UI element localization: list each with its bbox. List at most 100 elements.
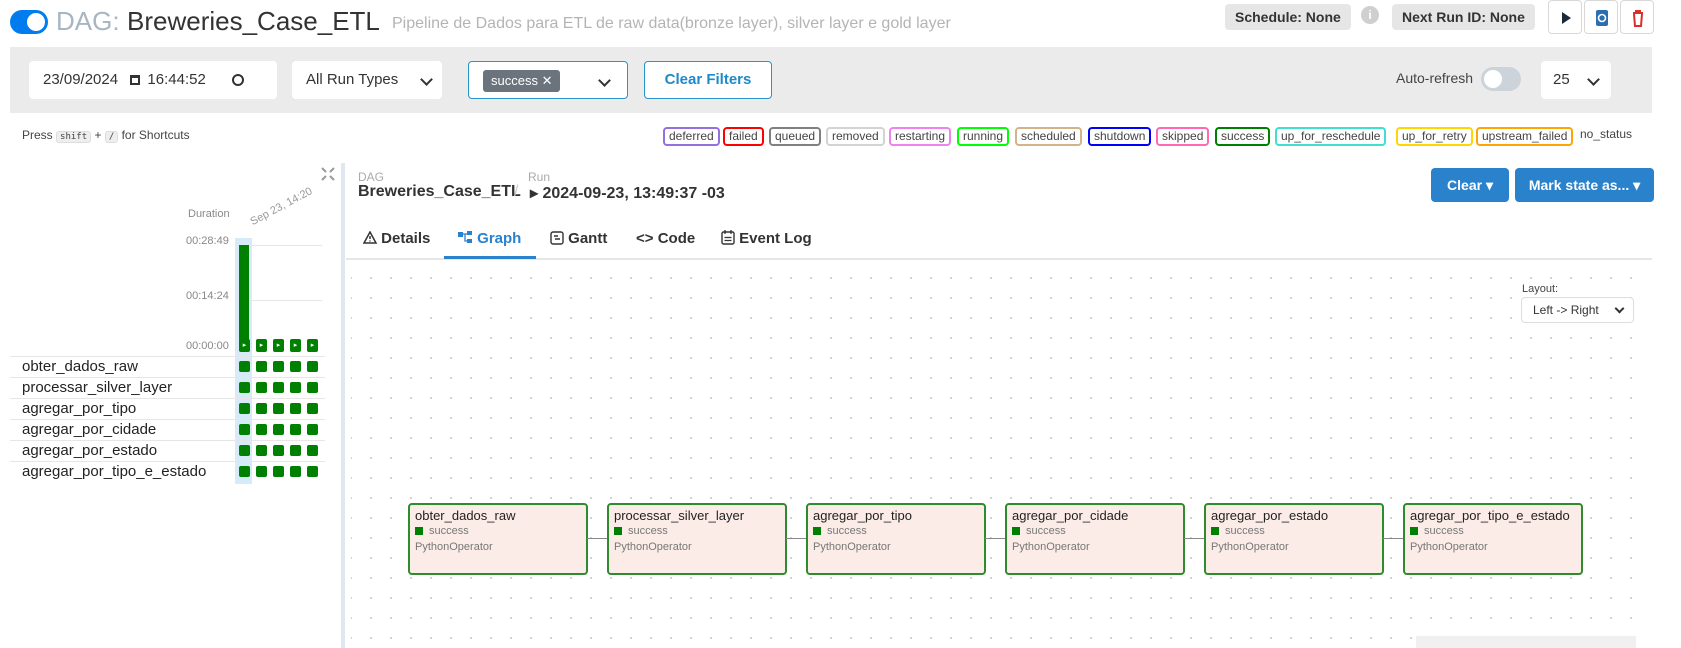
horizontal-scrollbar[interactable] (1416, 636, 1636, 648)
legend-running[interactable]: running (957, 127, 1010, 146)
tab-graph[interactable]: Graph (458, 230, 521, 247)
task-instance-square[interactable] (273, 424, 284, 435)
task-row-cells (235, 377, 325, 398)
tab-details[interactable]: Details (362, 230, 430, 247)
tab-gantt-label: Gantt (568, 230, 608, 247)
run-state-select[interactable]: success ✕ (468, 61, 628, 99)
panel-divider[interactable] (341, 163, 345, 648)
task-row-cells (235, 356, 325, 377)
task-node[interactable]: obter_dados_raw success PythonOperator (408, 503, 588, 575)
dag-pause-toggle[interactable] (10, 10, 48, 34)
mark-state-button[interactable]: Mark state as... ▾ (1515, 168, 1654, 202)
task-node[interactable]: agregar_por_estado success PythonOperator (1204, 503, 1384, 575)
legend-shutdown[interactable]: shutdown (1088, 127, 1152, 146)
task-node[interactable]: agregar_por_tipo_e_estado success PythonOp… (1403, 503, 1583, 575)
task-row-label[interactable]: agregar_por_estado (10, 440, 235, 461)
legend-scheduled[interactable]: scheduled (1015, 127, 1082, 146)
task-instance-square[interactable] (307, 403, 318, 414)
clear-filters-button[interactable]: Clear Filters (644, 61, 772, 99)
task-instance-square[interactable] (290, 361, 301, 372)
layout-select[interactable]: Left -> Right (1521, 297, 1634, 323)
task-instance-square[interactable] (273, 445, 284, 456)
legend-up-for-reschedule[interactable]: up_for_reschedule (1275, 127, 1387, 146)
task-instance-square[interactable] (307, 361, 318, 372)
task-instance-square[interactable] (307, 445, 318, 456)
task-instance-square[interactable] (290, 466, 301, 477)
run-status-square[interactable]: ▸ (290, 339, 301, 352)
task-instance-square[interactable] (239, 361, 250, 372)
task-instance-square[interactable] (256, 403, 267, 414)
legend-restarting[interactable]: restarting (889, 127, 952, 146)
task-node[interactable]: processar_silver_layer success PythonOpera… (607, 503, 787, 575)
task-row-label[interactable]: processar_silver_layer (10, 377, 235, 398)
task-instance-square[interactable] (290, 424, 301, 435)
legend-failed[interactable]: failed (723, 127, 764, 146)
task-instance-square[interactable] (256, 361, 267, 372)
legend-up-for-retry[interactable]: up_for_retry (1396, 127, 1473, 146)
run-type-select[interactable]: All Run Types (292, 61, 442, 99)
task-instance-square[interactable] (273, 382, 284, 393)
task-instance-square[interactable] (256, 424, 267, 435)
graph-edge (1383, 538, 1403, 539)
task-instance-square[interactable] (256, 466, 267, 477)
run-status-square[interactable]: ▸ (307, 339, 318, 352)
task-node-name: obter_dados_raw (415, 508, 516, 523)
task-instance-square[interactable] (290, 445, 301, 456)
trigger-dag-button[interactable] (1548, 0, 1582, 34)
tab-event-log[interactable]: Event Log (721, 230, 812, 247)
task-instance-square[interactable] (307, 424, 318, 435)
auto-refresh-switch[interactable] (1481, 67, 1521, 91)
run-duration-bar[interactable] (239, 245, 249, 340)
task-instance-square[interactable] (239, 382, 250, 393)
task-instance-square[interactable] (307, 466, 318, 477)
task-row-label[interactable]: obter_dados_raw (10, 356, 235, 377)
run-status-square[interactable]: ▸ (256, 339, 267, 352)
shortcut-suffix: for Shortcuts (121, 128, 190, 142)
tab-gantt[interactable]: Gantt (550, 230, 607, 247)
legend-deferred[interactable]: deferred (663, 127, 720, 146)
parse-dag-button[interactable] (1584, 0, 1618, 34)
legend-upstream-failed[interactable]: upstream_failed (1476, 127, 1574, 146)
task-instance-square[interactable] (290, 382, 301, 393)
task-instance-square[interactable] (273, 466, 284, 477)
task-node-name: agregar_por_estado (1211, 508, 1329, 523)
delete-dag-button[interactable] (1620, 0, 1654, 34)
run-status-square[interactable]: ▸ (273, 339, 284, 352)
legend-success[interactable]: success (1215, 127, 1271, 146)
task-instance-square[interactable] (239, 403, 250, 414)
breadcrumb-dag[interactable]: Breweries_Case_ETL (358, 183, 521, 201)
state-chip[interactable]: success ✕ (483, 70, 561, 92)
task-row-label[interactable]: agregar_por_tipo (10, 398, 235, 419)
task-node[interactable]: agregar_por_cidade success PythonOperator (1005, 503, 1185, 575)
execution-date-input[interactable]: 23/09/2024 16:44:52 (29, 61, 277, 99)
collapse-icon[interactable] (320, 166, 336, 182)
task-instance-square[interactable] (256, 382, 267, 393)
info-icon[interactable]: i (1361, 6, 1379, 24)
tab-code[interactable]: <> Code (636, 230, 695, 247)
task-instance-square[interactable] (239, 424, 250, 435)
task-instance-square[interactable] (273, 361, 284, 372)
task-row-label[interactable]: agregar_por_cidade (10, 419, 235, 440)
task-instance-square[interactable] (239, 445, 250, 456)
task-node[interactable]: agregar_por_tipo success PythonOperator (806, 503, 986, 575)
page-size-select[interactable]: 25 (1541, 61, 1611, 99)
task-node-state: success (1026, 525, 1066, 537)
task-row-label[interactable]: agregar_por_tipo_e_estado (10, 461, 235, 482)
legend-queued[interactable]: queued (769, 127, 822, 146)
active-tab-indicator (444, 256, 536, 259)
graph-canvas[interactable] (351, 263, 1647, 648)
task-instance-square[interactable] (273, 403, 284, 414)
breadcrumb-run[interactable]: ▸ 2024-09-23, 13:49:37 -03 (530, 183, 725, 203)
task-node-operator: PythonOperator (1012, 541, 1090, 553)
legend-skipped[interactable]: skipped (1156, 127, 1210, 146)
task-instance-square[interactable] (256, 445, 267, 456)
legend-no-status[interactable]: no_status (1576, 127, 1636, 146)
calendar-icon (130, 75, 141, 85)
task-instance-square[interactable] (290, 403, 301, 414)
run-status-square[interactable]: ▸ (239, 339, 250, 352)
task-instance-square[interactable] (239, 466, 250, 477)
legend-removed[interactable]: removed (826, 127, 885, 146)
clear-button[interactable]: Clear ▾ (1431, 168, 1509, 202)
dag-description: Pipeline de Dados para ETL de raw data(b… (392, 15, 951, 32)
task-instance-square[interactable] (307, 382, 318, 393)
